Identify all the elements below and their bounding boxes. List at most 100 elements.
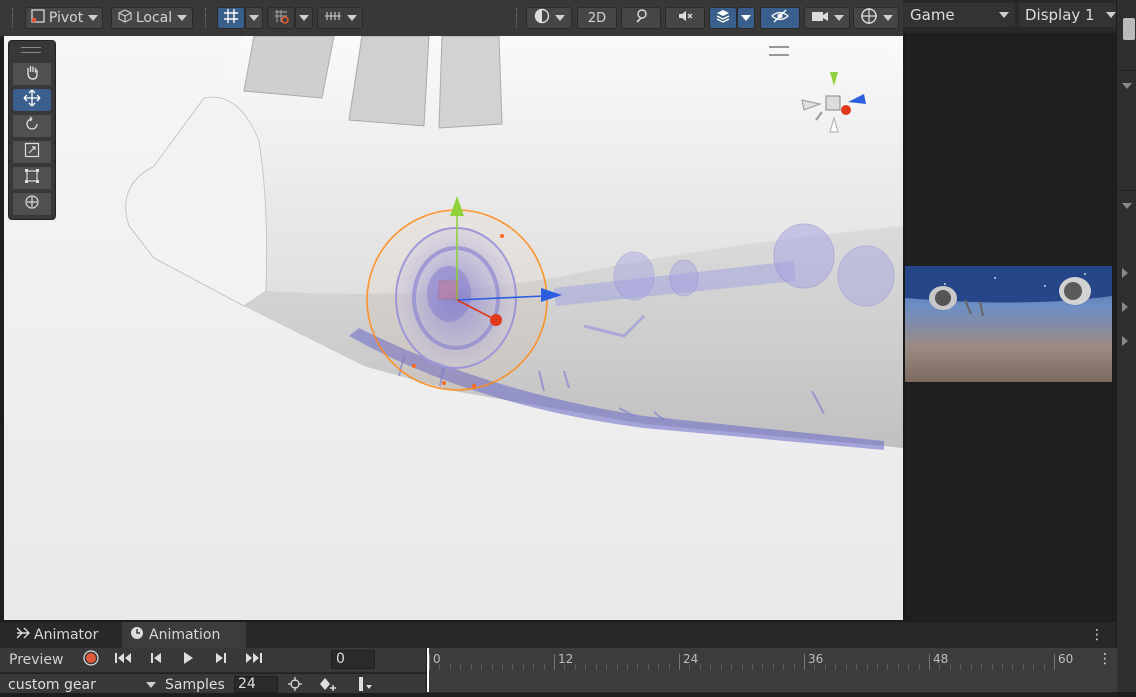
tab-animator[interactable]: Animator bbox=[0, 622, 120, 648]
camera-icon bbox=[811, 8, 829, 28]
timeline-subtick bbox=[897, 664, 899, 670]
add-event-button[interactable] bbox=[352, 677, 376, 693]
timeline-tick-label: 36 bbox=[808, 652, 824, 666]
event-marker-icon bbox=[355, 677, 373, 693]
display-label: Display 1 bbox=[1025, 6, 1095, 24]
shading-sphere-icon bbox=[534, 8, 550, 28]
frame-field[interactable]: 0 bbox=[331, 650, 375, 669]
record-button[interactable] bbox=[79, 650, 103, 670]
add-property-button[interactable] bbox=[285, 677, 305, 691]
timeline-subtick bbox=[1043, 664, 1045, 670]
timeline-ruler[interactable]: 0 12 24 36 48 60 ⋮ bbox=[426, 648, 1117, 692]
expand-arrow-icon[interactable] bbox=[1122, 302, 1128, 312]
layers-icon bbox=[715, 8, 731, 28]
expand-arrow-icon[interactable] bbox=[1122, 336, 1128, 346]
timeline-menu-icon[interactable]: ⋮ bbox=[1098, 652, 1112, 668]
move-tool[interactable] bbox=[13, 89, 51, 111]
hand-tool[interactable] bbox=[13, 63, 51, 85]
record-icon bbox=[83, 650, 99, 670]
tools-overlay bbox=[8, 40, 56, 220]
rotate-tool[interactable] bbox=[13, 115, 51, 137]
game-tabbar: Game Display 1 bbox=[903, 0, 1116, 33]
move-arrows-icon bbox=[23, 89, 41, 111]
scale-tool[interactable] bbox=[13, 141, 51, 163]
transform-all-icon bbox=[24, 194, 40, 214]
increment-snap-toggle[interactable] bbox=[267, 7, 295, 29]
effects-dropdown[interactable] bbox=[737, 7, 755, 29]
first-keyframe-button[interactable] bbox=[111, 651, 135, 669]
animation-clip-row: custom gear Samples 24 bbox=[0, 673, 426, 693]
pivot-label: Pivot bbox=[48, 10, 84, 26]
toolbar-separator bbox=[205, 8, 208, 28]
orientation-gizmo[interactable] bbox=[794, 64, 874, 144]
ruler-dropdown[interactable] bbox=[317, 7, 363, 29]
timeline-subtick bbox=[626, 664, 628, 670]
camera-dropdown[interactable] bbox=[804, 7, 850, 29]
prev-keyframe-button[interactable] bbox=[144, 651, 168, 669]
timeline-subtick bbox=[710, 664, 712, 670]
add-keyframe-button[interactable] bbox=[317, 677, 339, 691]
2d-label: 2D bbox=[587, 10, 607, 26]
game-tab-label: Game bbox=[910, 6, 955, 24]
gizmo-drag-handle[interactable] bbox=[769, 46, 789, 56]
samples-label: Samples bbox=[165, 677, 225, 693]
timeline-subtick bbox=[939, 664, 941, 670]
inspector-icon[interactable] bbox=[1123, 18, 1135, 40]
increment-snap-dropdown[interactable] bbox=[295, 7, 313, 29]
grid-snap-dropdown[interactable] bbox=[245, 7, 263, 29]
expand-arrow-icon[interactable] bbox=[1122, 268, 1128, 278]
toolbar-grip bbox=[12, 8, 15, 28]
snap-magnet-icon bbox=[273, 8, 289, 28]
grid-snap-toggle[interactable] bbox=[217, 7, 245, 29]
timeline-subtick bbox=[606, 664, 608, 670]
lighting-toggle[interactable] bbox=[621, 7, 661, 29]
effects-toggle[interactable] bbox=[709, 7, 737, 29]
timeline-subtick bbox=[960, 664, 962, 670]
display-dropdown[interactable]: Display 1 bbox=[1019, 3, 1116, 27]
grid-icon bbox=[223, 8, 239, 28]
scene-toolbar: Pivot Local 2D bbox=[0, 0, 903, 37]
foldout-arrow[interactable] bbox=[1117, 70, 1136, 101]
panel-menu-icon[interactable]: ⋮ bbox=[1090, 628, 1104, 644]
preview-toggle[interactable]: Preview bbox=[2, 651, 81, 669]
draw-mode-dropdown[interactable] bbox=[526, 7, 572, 29]
tools-grip[interactable] bbox=[21, 47, 41, 53]
samples-field[interactable]: 24 bbox=[234, 676, 278, 693]
timeline-subtick bbox=[981, 664, 983, 670]
gizmo-globe-icon bbox=[860, 7, 878, 29]
timeline-tick bbox=[1054, 654, 1055, 670]
next-keyframe-button[interactable] bbox=[209, 651, 233, 669]
tab-animation[interactable]: Animation bbox=[122, 622, 246, 648]
timeline-subtick bbox=[1012, 664, 1014, 670]
audio-toggle[interactable] bbox=[665, 7, 705, 29]
timeline-tick bbox=[429, 654, 430, 670]
animation-toolbar: Preview 0 bbox=[0, 648, 426, 672]
local-dropdown[interactable]: Local bbox=[111, 7, 193, 29]
foldout-arrow[interactable] bbox=[1117, 190, 1136, 221]
airplane-render bbox=[905, 266, 1112, 317]
scene-viewport[interactable] bbox=[4, 36, 903, 620]
timeline-subtick bbox=[501, 664, 503, 670]
transform-tool[interactable] bbox=[13, 193, 51, 215]
timeline-subtick bbox=[918, 664, 920, 670]
timeline-subtick bbox=[668, 664, 670, 670]
rect-tool[interactable] bbox=[13, 167, 51, 189]
gizmos-dropdown[interactable] bbox=[853, 7, 899, 29]
timeline-subtick bbox=[543, 664, 545, 670]
pivot-dropdown[interactable]: Pivot bbox=[25, 7, 103, 29]
inspector-collapsed-strip bbox=[1116, 0, 1136, 692]
clip-dropdown[interactable]: custom gear bbox=[2, 676, 159, 693]
last-keyframe-button[interactable] bbox=[241, 651, 267, 669]
scene-visibility-toggle[interactable] bbox=[760, 7, 800, 29]
2d-toggle[interactable]: 2D bbox=[577, 7, 617, 29]
playhead[interactable] bbox=[427, 648, 429, 692]
play-icon bbox=[181, 651, 195, 669]
game-view-dropdown[interactable]: Game bbox=[903, 3, 1015, 27]
play-button[interactable] bbox=[176, 651, 200, 669]
eye-hidden-icon bbox=[771, 8, 789, 28]
timeline-tick-label: 60 bbox=[1058, 652, 1074, 666]
timeline-subtick bbox=[845, 664, 847, 670]
timeline-subtick bbox=[824, 664, 826, 670]
timeline-subtick bbox=[720, 664, 722, 670]
timeline-tick-label: 48 bbox=[933, 652, 949, 666]
